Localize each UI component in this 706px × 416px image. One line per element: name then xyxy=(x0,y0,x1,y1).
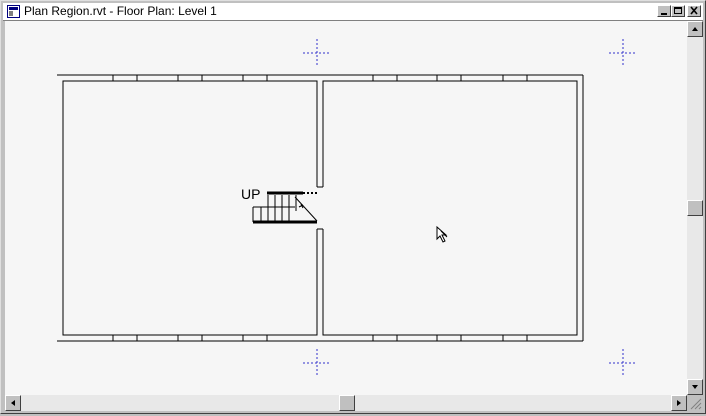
arrow-up-icon xyxy=(692,27,698,31)
window-symbol xyxy=(372,74,398,82)
window-symbol xyxy=(502,334,528,342)
revit-view-icon xyxy=(7,5,20,18)
scroll-down-button[interactable] xyxy=(687,379,703,395)
vertical-scrollbar[interactable] xyxy=(687,21,703,395)
window-symbol xyxy=(502,74,528,82)
window-symbol xyxy=(436,334,462,342)
close-button[interactable] xyxy=(687,5,701,17)
resize-grip[interactable] xyxy=(687,395,703,411)
window-symbol xyxy=(436,74,462,82)
scroll-left-button[interactable] xyxy=(5,395,21,411)
close-icon xyxy=(690,6,698,15)
scroll-right-button[interactable] xyxy=(671,395,687,411)
windows-bottom xyxy=(112,334,528,342)
window-symbol xyxy=(112,74,138,82)
window-symbol xyxy=(242,74,268,82)
window-symbol xyxy=(177,334,203,342)
windows-top xyxy=(112,74,528,82)
grid-marker xyxy=(303,349,331,377)
window-symbol xyxy=(242,334,268,342)
title-bar[interactable]: Plan Region.rvt - Floor Plan: Level 1 xyxy=(3,3,703,21)
grid-marker xyxy=(609,39,637,67)
room-right xyxy=(322,80,578,336)
arrow-down-icon xyxy=(692,385,698,389)
mouse-cursor-icon xyxy=(436,225,448,243)
grid-marker xyxy=(609,349,637,377)
vertical-scroll-thumb[interactable] xyxy=(687,200,703,216)
arrow-right-icon xyxy=(677,400,681,406)
floor-plan-drawing[interactable]: UP xyxy=(5,21,687,395)
horizontal-scrollbar[interactable] xyxy=(5,395,687,411)
minimize-button[interactable] xyxy=(657,5,671,17)
stair: UP xyxy=(241,186,318,224)
room-left xyxy=(62,80,318,336)
maximize-icon xyxy=(674,7,682,14)
view-window: Plan Region.rvt - Floor Plan: Level 1 UP xyxy=(0,0,706,414)
window-symbol xyxy=(177,74,203,82)
scroll-up-button[interactable] xyxy=(687,21,703,37)
horizontal-scroll-thumb[interactable] xyxy=(339,395,355,411)
minimize-icon xyxy=(661,13,667,15)
resize-grip-icon xyxy=(690,398,702,410)
arrow-left-icon xyxy=(11,400,15,406)
window-symbol xyxy=(112,334,138,342)
window-symbol xyxy=(372,334,398,342)
drawing-canvas[interactable]: UP xyxy=(5,21,687,395)
grid-marker-group xyxy=(303,39,637,377)
maximize-button[interactable] xyxy=(671,5,685,17)
wall-opening xyxy=(316,186,324,230)
window-title: Plan Region.rvt - Floor Plan: Level 1 xyxy=(24,4,217,18)
stair-up-label: UP xyxy=(241,186,260,202)
grid-marker xyxy=(303,39,331,67)
